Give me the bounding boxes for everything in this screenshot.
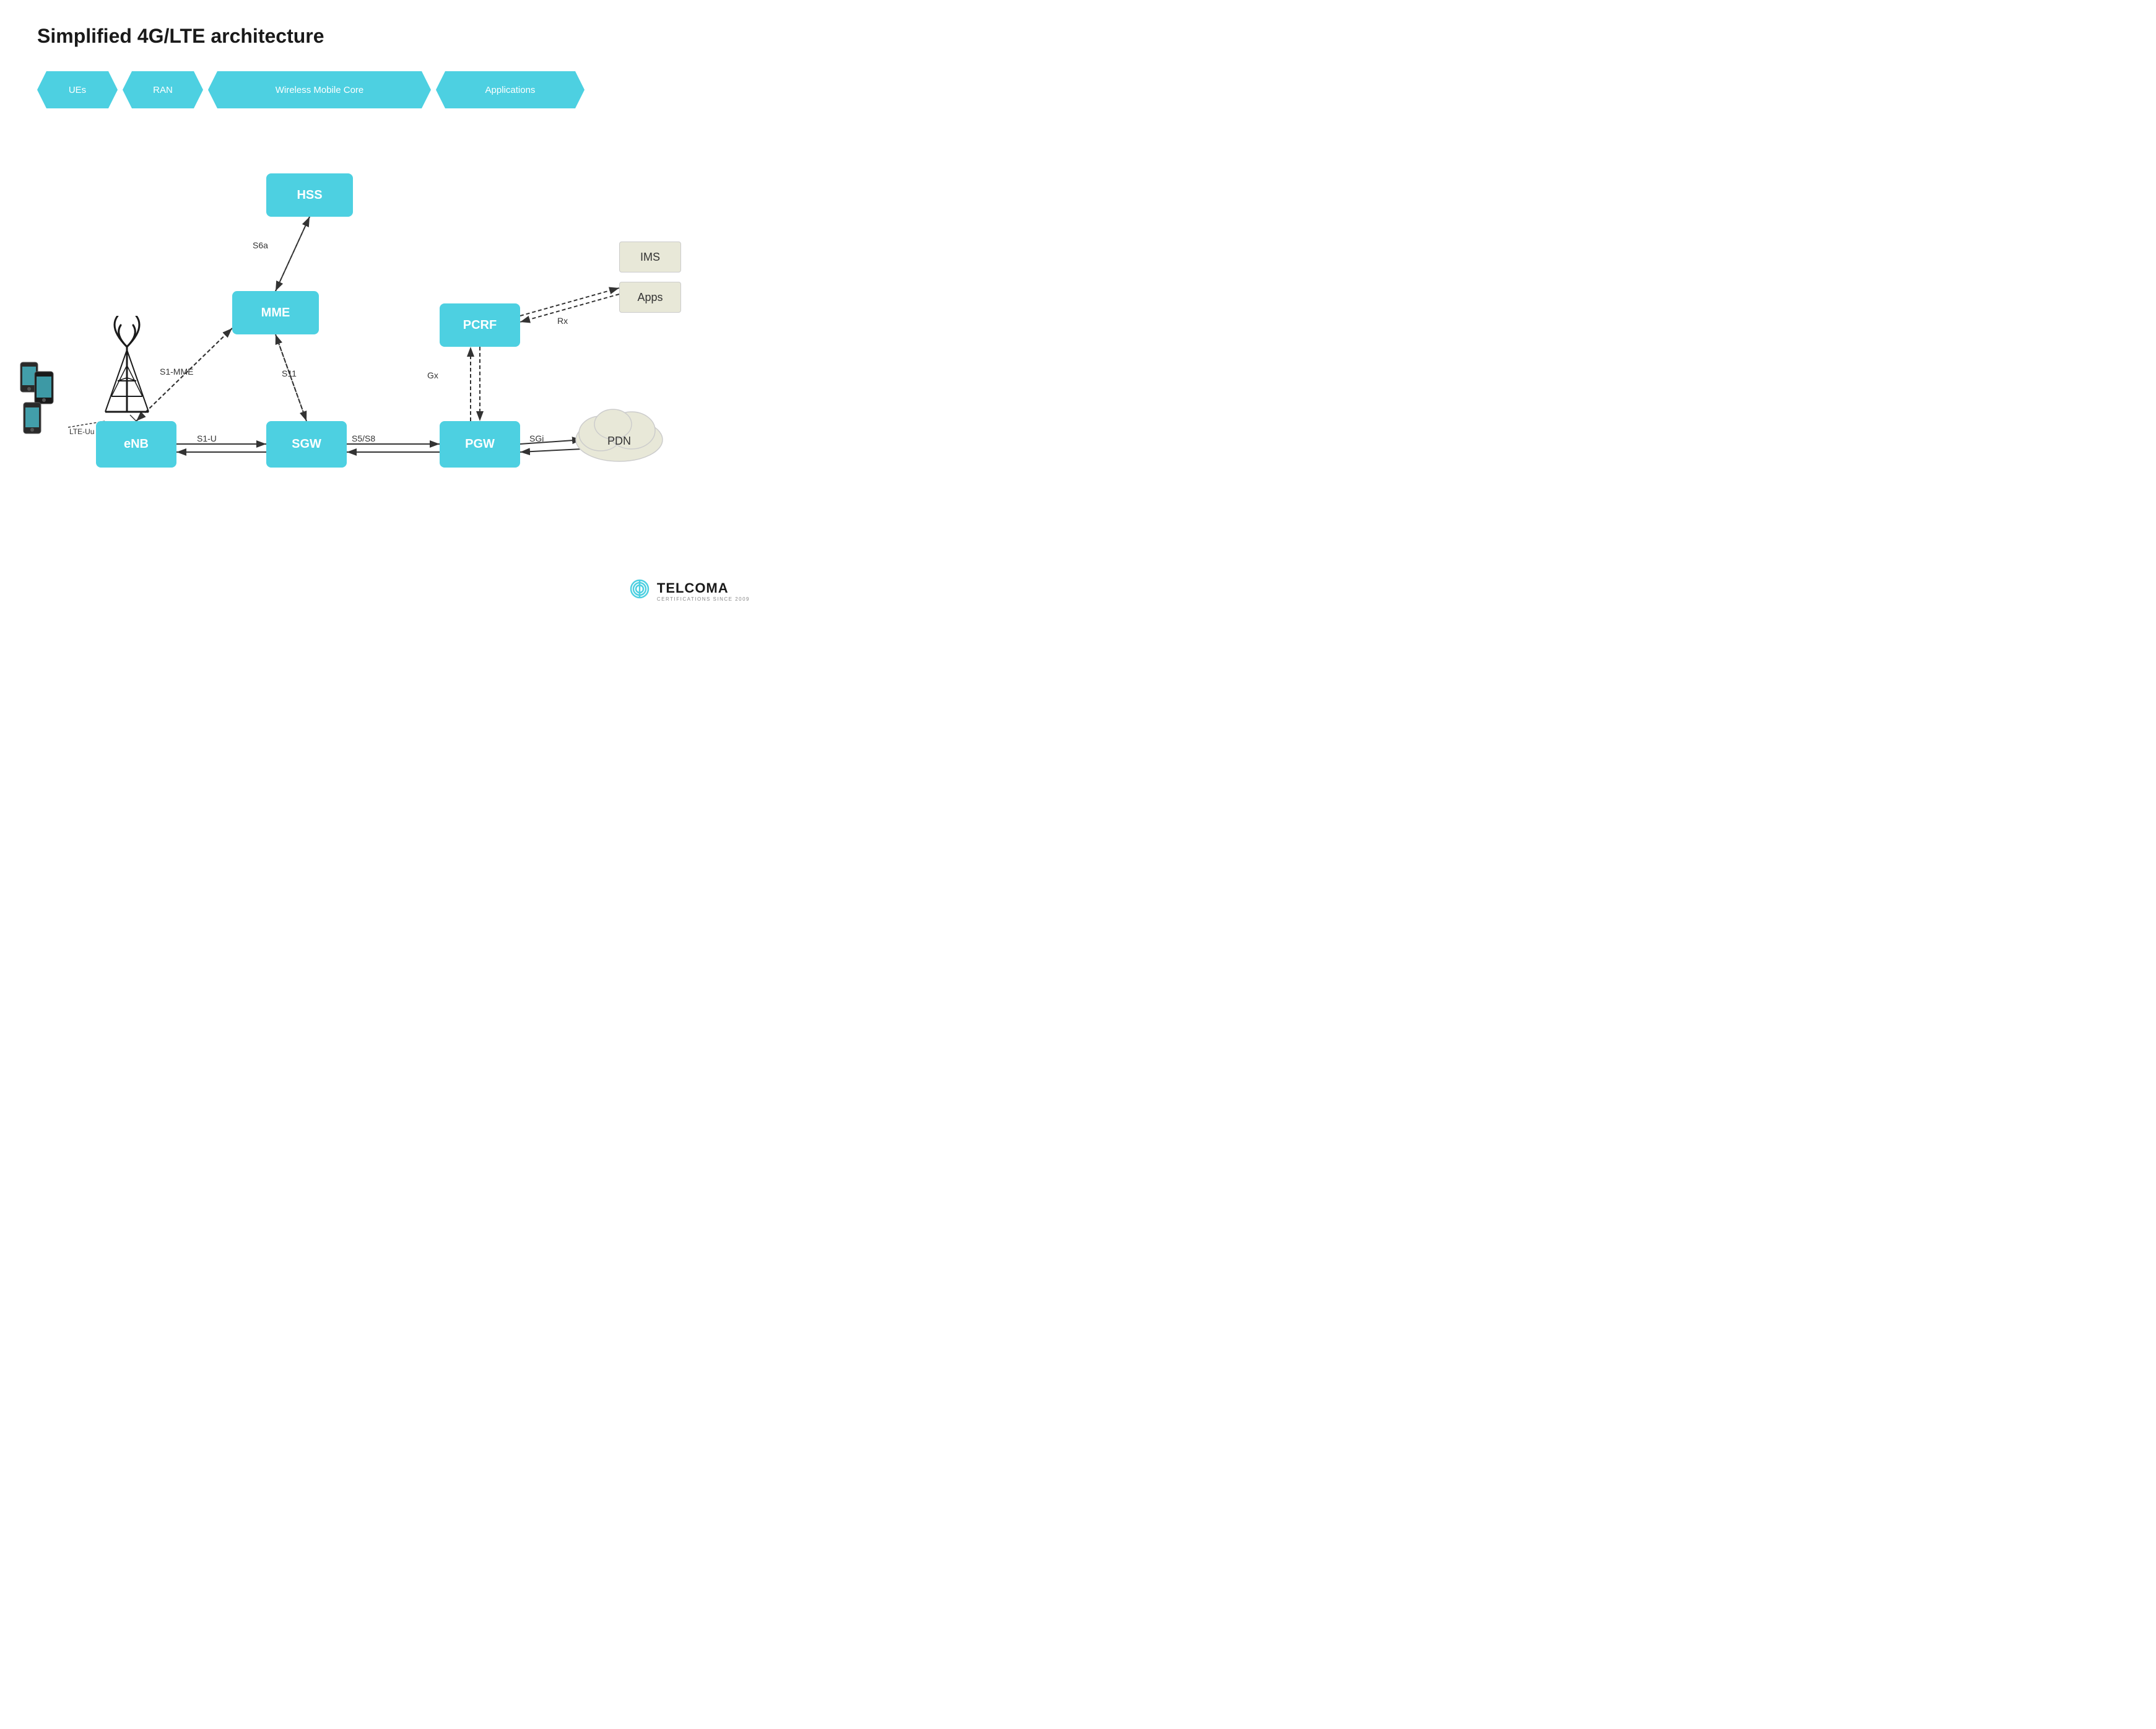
telcoma-sub: CERTIFICATIONS SINCE 2009: [657, 596, 750, 602]
arrow-applications: Applications: [436, 71, 585, 108]
node-hss: HSS: [266, 173, 353, 217]
label-s6a: S6a: [253, 240, 268, 250]
ue-phones: [17, 359, 73, 449]
label-rx: Rx: [557, 316, 568, 326]
page: Simplified 4G/LTE architecture UEs RAN W…: [0, 0, 768, 617]
label-sgi: SGi: [529, 433, 544, 443]
page-title: Simplified 4G/LTE architecture: [37, 25, 324, 48]
node-enb: eNB: [96, 421, 176, 468]
label-s5s8: S5/S8: [352, 433, 375, 443]
arrow-ues: UEs: [37, 71, 118, 108]
node-sgw: SGW: [266, 421, 347, 468]
box-ims: IMS: [619, 242, 681, 272]
label-s1mme: S1-MME: [160, 367, 193, 377]
node-mme: MME: [232, 291, 319, 334]
node-pcrf: PCRF: [440, 303, 520, 347]
node-pgw: PGW: [440, 421, 520, 468]
telcoma-brand: TELCOMA: [657, 580, 750, 596]
label-lteuu: LTE-Uu: [69, 427, 94, 436]
telcoma-logo: TELCOMA CERTIFICATIONS SINCE 2009: [627, 577, 750, 605]
arrow-banner: UEs RAN Wireless Mobile Core Application…: [37, 68, 585, 111]
arrow-ran: RAN: [123, 71, 203, 108]
label-s11: S11: [282, 368, 297, 378]
telcoma-icon: [627, 577, 652, 605]
telcoma-text-block: TELCOMA CERTIFICATIONS SINCE 2009: [657, 580, 750, 602]
svg-text:PDN: PDN: [607, 435, 631, 447]
arrow-wmc: Wireless Mobile Core: [208, 71, 431, 108]
box-apps: Apps: [619, 282, 681, 313]
pdn-cloud: PDN: [570, 396, 669, 468]
label-gx: Gx: [427, 370, 438, 380]
antenna-tower: [87, 316, 167, 418]
label-s1u: S1-U: [197, 433, 217, 443]
